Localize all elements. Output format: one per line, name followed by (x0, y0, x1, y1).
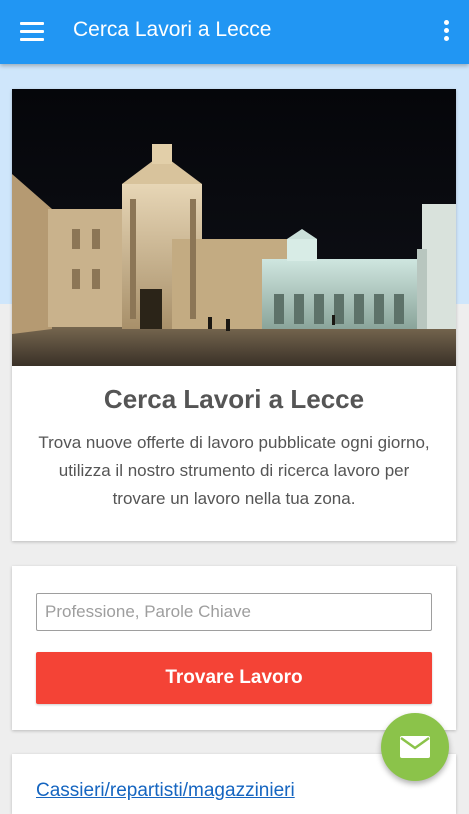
keyword-search-input[interactable] (36, 593, 432, 631)
hero-card: Cerca Lavori a Lecce Trova nuove offerte… (12, 89, 456, 541)
mail-icon (400, 736, 430, 758)
hero-image (12, 89, 456, 366)
hero-title: Cerca Lavori a Lecce (103, 384, 365, 414)
email-fab-button[interactable] (381, 713, 449, 781)
hero-description: Trova nuove offerte di lavoro pubblicate… (38, 433, 430, 508)
search-card: Trovare Lavoro (12, 566, 456, 730)
menu-icon[interactable] (20, 20, 46, 44)
app-title: Cerca Lavori a Lecce (73, 18, 272, 41)
find-job-button[interactable]: Trovare Lavoro (36, 652, 432, 704)
more-vertical-icon[interactable] (441, 20, 451, 44)
app-bar: Cerca Lavori a Lecce (0, 0, 469, 64)
lecce-cathedral-photo (12, 89, 456, 366)
category-link-cassieri[interactable]: Cassieri/repartisti/magazzinieri (36, 780, 295, 802)
